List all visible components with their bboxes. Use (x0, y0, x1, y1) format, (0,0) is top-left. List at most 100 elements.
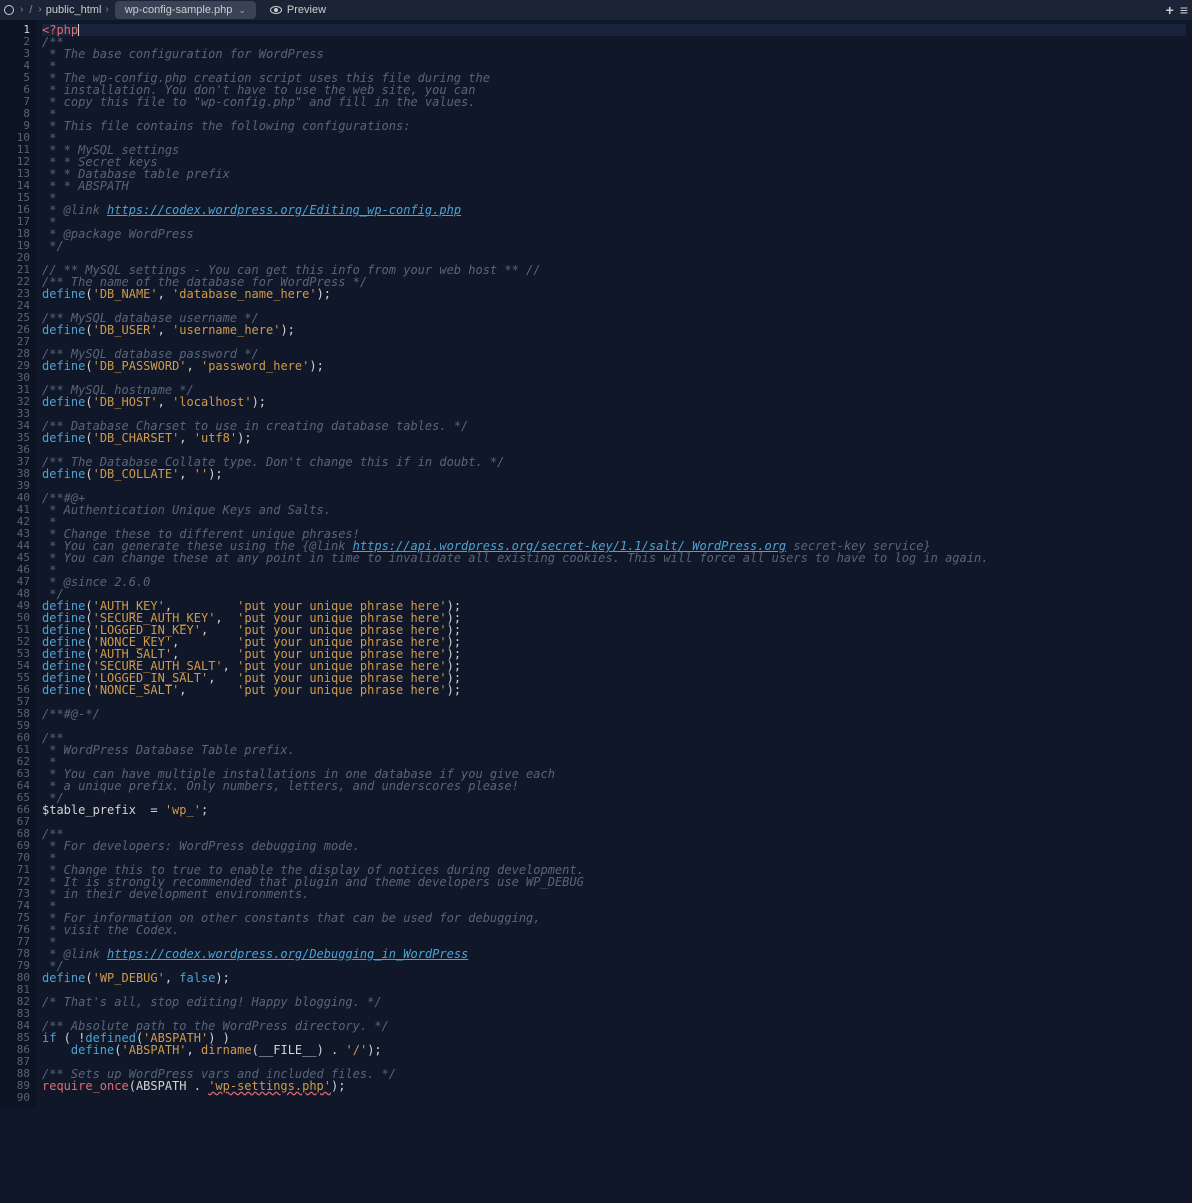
file-tab-label: wp-config-sample.php (125, 4, 233, 16)
code-line[interactable] (42, 480, 1186, 492)
token-paren: ( (85, 359, 92, 373)
token-paren: ( (85, 287, 92, 301)
code-line[interactable] (42, 696, 1186, 708)
line-number: 90 (4, 1092, 30, 1104)
code-line[interactable]: * For information on other constants tha… (42, 912, 1186, 924)
token-paren: ); (237, 431, 251, 445)
token-paren: ); (208, 467, 222, 481)
code-line[interactable]: * copy this file to "wp-config.php" and … (42, 96, 1186, 108)
code-line[interactable]: */ (42, 792, 1186, 804)
code-line[interactable] (42, 372, 1186, 384)
code-line[interactable]: * @link https://codex.wordpress.org/Edit… (42, 204, 1186, 216)
breadcrumb-folder[interactable]: public_html (44, 4, 104, 16)
code-line[interactable]: * (42, 216, 1186, 228)
token-str: 'DB_USER' (93, 323, 158, 337)
code-line[interactable] (42, 816, 1186, 828)
file-tab[interactable]: wp-config-sample.php ⌄ (115, 1, 256, 19)
code-line[interactable]: * @link https://codex.wordpress.org/Debu… (42, 948, 1186, 960)
token-comment: * copy this file to "wp-config.php" and … (42, 95, 475, 109)
token-link: https://codex.wordpress.org/Editing_wp-c… (107, 203, 461, 217)
token-comment: * This file contains the following confi… (42, 119, 410, 133)
code-line[interactable]: define('WP_DEBUG', false); (42, 972, 1186, 984)
code-line[interactable]: * visit the Codex. (42, 924, 1186, 936)
token-bool: false (179, 971, 215, 985)
code-line[interactable]: * a unique prefix. Only numbers, letters… (42, 780, 1186, 792)
token-str: 'utf8' (194, 431, 237, 445)
code-line[interactable]: * @since 2.6.0 (42, 576, 1186, 588)
code-line[interactable]: * This file contains the following confi… (42, 120, 1186, 132)
code-line[interactable]: * (42, 132, 1186, 144)
token-var: __FILE__ (259, 1043, 317, 1057)
token-paren: , (187, 359, 201, 373)
code-line[interactable]: <?php (42, 24, 1186, 36)
code-line[interactable]: define('DB_CHARSET', 'utf8'); (42, 432, 1186, 444)
code-line[interactable]: * in their development environments. (42, 888, 1186, 900)
add-icon[interactable]: + (1166, 4, 1174, 16)
token-comment: * Authentication Unique Keys and Salts. (42, 503, 331, 517)
code-editor[interactable]: 1234567891011121314151617181920212223242… (0, 20, 1192, 1108)
code-line[interactable]: define('DB_PASSWORD', 'password_here'); (42, 360, 1186, 372)
code-line[interactable]: define('DB_USER', 'username_here'); (42, 324, 1186, 336)
code-line[interactable]: define('DB_COLLATE', ''); (42, 468, 1186, 480)
token-comment: * The base configuration for WordPress (42, 47, 324, 61)
code-line[interactable]: * * ABSPATH (42, 180, 1186, 192)
code-line[interactable]: * Authentication Unique Keys and Salts. (42, 504, 1186, 516)
preview-button[interactable]: Preview (262, 1, 334, 19)
token-paren: ); (367, 1043, 381, 1057)
code-line[interactable]: /* That's all, stop editing! Happy blogg… (42, 996, 1186, 1008)
code-line[interactable]: define('NONCE_SALT', 'put your unique ph… (42, 684, 1186, 696)
app-icon[interactable] (4, 5, 14, 15)
token-paren: ( (85, 431, 92, 445)
token-str: 'NONCE_SALT' (93, 683, 180, 697)
code-line[interactable] (42, 1092, 1186, 1104)
breadcrumb-bar: › / › public_html › wp-config-sample.php… (0, 0, 1192, 20)
token-paren: ( (85, 683, 92, 697)
token-str: 'database_name_here' (172, 287, 317, 301)
token-str: 'DB_CHARSET' (93, 431, 180, 445)
code-line[interactable]: $table_prefix = 'wp_'; (42, 804, 1186, 816)
token-str: 'wp_' (165, 803, 201, 817)
token-str: 'WP_DEBUG' (93, 971, 165, 985)
chevron-right-icon: › (36, 4, 43, 16)
code-line[interactable]: require_once(ABSPATH . 'wp-settings.php'… (42, 1080, 1186, 1092)
token-var: ABSPATH (136, 1079, 194, 1093)
token-paren: , (179, 431, 193, 445)
token-paren: , (158, 287, 172, 301)
chevron-right-icon: › (103, 4, 110, 16)
token-str: '/' (346, 1043, 368, 1057)
token-def: define (71, 1043, 114, 1057)
code-line[interactable]: * The base configuration for WordPress (42, 48, 1186, 60)
token-comment: * visit the Codex. (42, 923, 179, 937)
menu-icon[interactable]: ≡ (1180, 4, 1188, 16)
token-paren: , (179, 683, 237, 697)
token-comment: * @package WordPress (42, 227, 194, 241)
token-str: 'DB_NAME' (93, 287, 158, 301)
code-area[interactable]: <?php/** * The base configuration for Wo… (36, 20, 1192, 1108)
code-line[interactable]: * WordPress Database Table prefix. (42, 744, 1186, 756)
code-line[interactable]: /**#@-*/ (42, 708, 1186, 720)
token-var: $table_prefix (42, 803, 150, 817)
code-line[interactable]: define('DB_HOST', 'localhost'); (42, 396, 1186, 408)
code-line[interactable]: * You can change these at any point in t… (42, 552, 1186, 564)
code-line[interactable]: */ (42, 240, 1186, 252)
token-paren: ( (85, 971, 92, 985)
token-str: '' (194, 467, 208, 481)
code-line[interactable]: * * Database table prefix (42, 168, 1186, 180)
code-line[interactable]: * For developers: WordPress debugging mo… (42, 840, 1186, 852)
token-paren: ); (252, 395, 266, 409)
token-paren: = (150, 803, 164, 817)
token-str: 'DB_HOST' (93, 395, 158, 409)
code-line[interactable]: define('DB_NAME', 'database_name_here'); (42, 288, 1186, 300)
code-line[interactable]: * (42, 564, 1186, 576)
token-comment: * You can change these at any point in t… (42, 551, 988, 565)
code-line[interactable]: * * MySQL settings (42, 144, 1186, 156)
code-line[interactable]: * @package WordPress (42, 228, 1186, 240)
token-paren: ( (114, 1043, 121, 1057)
token-str: 'localhost' (172, 395, 251, 409)
line-number-gutter: 1234567891011121314151617181920212223242… (0, 20, 36, 1108)
token-paren: ); (309, 359, 323, 373)
code-line[interactable]: define('ABSPATH', dirname(__FILE__) . '/… (42, 1044, 1186, 1056)
token-comment: * WordPress Database Table prefix. (42, 743, 295, 757)
token-paren: ); (447, 683, 461, 697)
code-line[interactable] (42, 720, 1186, 732)
